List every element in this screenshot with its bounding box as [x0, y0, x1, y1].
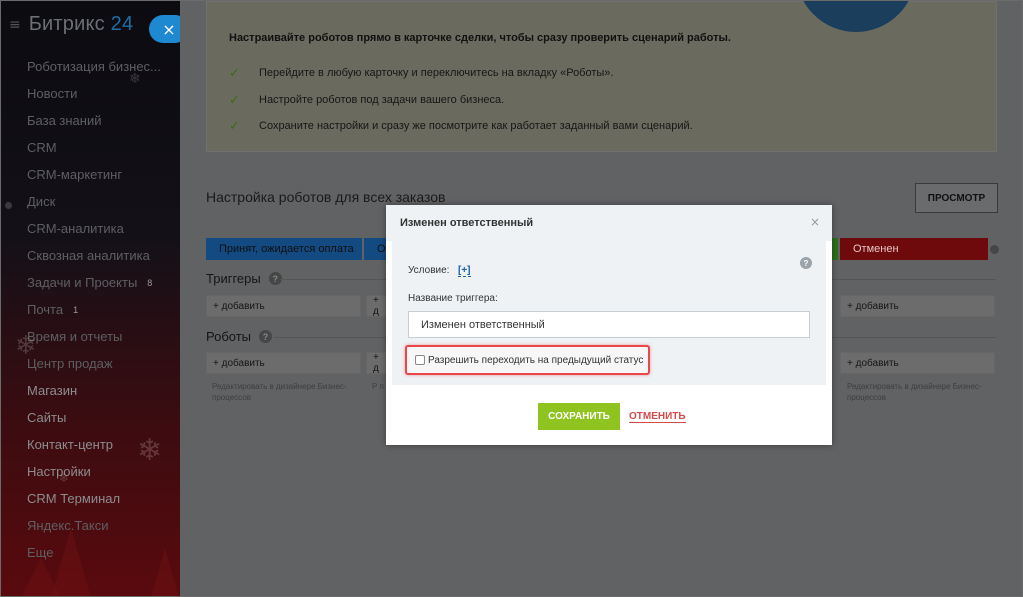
dialog-body: Условие: [+] ? Название триггера: Разреш…: [392, 241, 826, 385]
sidebar-item[interactable]: Роботизация бизнес...: [27, 53, 161, 80]
sidebar-item-label: Роботизация бизнес...: [27, 58, 161, 74]
allow-back-checkbox[interactable]: [415, 355, 425, 365]
info-panel: Настраивайте роботов прямо в карточке сд…: [206, 1, 997, 152]
sidebar-item-label: Диск: [27, 193, 56, 209]
collapse-dot-icon[interactable]: [5, 202, 12, 209]
sidebar-item[interactable]: Диск: [27, 188, 161, 215]
gear-icon: [796, 1, 916, 32]
sidebar-item[interactable]: Сквозная аналитика: [27, 242, 161, 269]
stage-column-cancelled[interactable]: Отменен: [840, 238, 988, 260]
robots-label: Роботы: [206, 329, 252, 344]
add-robot-button[interactable]: + добавить: [840, 352, 995, 374]
info-tip: ✓ Сохраните настройки и сразу же посмотри…: [229, 118, 693, 134]
tip-text: Перейдите в любую карточку и переключите…: [259, 67, 614, 79]
sidebar-item[interactable]: Сайты: [27, 404, 161, 431]
sidebar-item[interactable]: CRM Терминал: [27, 485, 161, 512]
sidebar-item-label: CRM Терминал: [27, 490, 121, 506]
sidebar-item-label: Задачи и Проекты: [27, 274, 138, 290]
close-icon: ×: [162, 19, 176, 39]
add-robot-button[interactable]: + д: [366, 352, 388, 374]
add-trigger-button[interactable]: + д: [366, 295, 388, 317]
snowflake-icon: ❄: [59, 471, 70, 485]
logo-number: 24: [110, 13, 134, 35]
dialog-title: Изменен ответственный: [400, 217, 534, 229]
add-stage-icon[interactable]: [990, 245, 999, 254]
check-icon: ✓: [229, 92, 240, 107]
sidebar-item[interactable]: База знаний: [27, 107, 161, 134]
dialog-close-icon[interactable]: ×: [810, 215, 820, 229]
add-robot-button[interactable]: + добавить: [206, 352, 361, 374]
sidebar-item[interactable]: Почта 1: [27, 296, 161, 323]
trigger-name-label: Название триггера:: [408, 293, 498, 304]
snowflake-icon: ❄: [137, 433, 163, 468]
cancel-link[interactable]: ОТМЕНИТЬ: [629, 411, 686, 423]
triggers-label: Триггеры: [206, 271, 261, 286]
sidebar-item-label: Время и отчеты: [27, 328, 123, 344]
sidebar-item-label: Контакт-центр: [27, 436, 114, 452]
stage-column-accepted[interactable]: Принят, ожидается оплата: [206, 238, 362, 260]
stage-column-second[interactable]: О: [364, 238, 386, 260]
sidebar-item-counter: 1: [73, 304, 79, 315]
info-tip: ✓ Перейдите в любую карточку и переключит…: [229, 65, 613, 81]
trigger-name-input[interactable]: [408, 311, 810, 338]
sidebar-item-label: Почта: [27, 301, 64, 317]
logo-text: Битрикс: [28, 13, 105, 35]
app-window: ≡ Битрикс 24 Роботизация бизнес... Новост…: [0, 0, 1023, 597]
sidebar-item-label: CRM: [27, 139, 57, 155]
robots-section-title: Настройка роботов для всех заказов: [206, 189, 446, 205]
sidebar-item[interactable]: CRM: [27, 134, 161, 161]
info-tip: ✓ Настройте роботов под задачи вашего биз…: [229, 92, 504, 108]
designer-hint-link[interactable]: Редактировать в дизайнере Бизнес-процесс…: [847, 381, 997, 403]
tree-decoration-icon: [151, 548, 179, 596]
tip-text: Настройте роботов под задачи вашего бизн…: [259, 94, 505, 106]
sidebar-item[interactable]: Задачи и Проекты 8: [27, 269, 161, 296]
sidebar-item-label: CRM-маркетинг: [27, 166, 123, 182]
help-icon[interactable]: ?: [259, 330, 273, 343]
info-heading: Настраивайте роботов прямо в карточке сд…: [229, 32, 731, 44]
add-trigger-button[interactable]: + добавить: [206, 295, 361, 317]
snowflake-icon: ❄: [15, 331, 37, 361]
sidebar-item-label: Сайты: [27, 409, 67, 425]
sidebar-item-label: CRM-аналитика: [27, 220, 124, 236]
trigger-edit-dialog: Изменен ответственный × Условие: [+] ? Н…: [386, 205, 832, 445]
add-trigger-button[interactable]: + добавить: [840, 295, 995, 317]
sidebar-item[interactable]: Новости: [27, 80, 161, 107]
sidebar-item[interactable]: Центр продаж: [27, 350, 161, 377]
add-condition-link[interactable]: [+]: [458, 265, 471, 277]
check-icon: ✓: [229, 118, 240, 133]
check-icon: ✓: [229, 65, 240, 80]
sidebar-item[interactable]: CRM-маркетинг: [27, 161, 161, 188]
sidebar-menu: Роботизация бизнес... Новости База знаний C…: [27, 53, 161, 566]
help-icon[interactable]: ?: [800, 257, 812, 269]
sidebar-item[interactable]: Время и отчеты: [27, 323, 161, 350]
sidebar-item-label: Центр продаж: [27, 355, 113, 371]
sidebar-item-label: Сквозная аналитика: [27, 247, 150, 263]
tree-decoration-icon: [21, 558, 61, 596]
allow-back-checkbox-label[interactable]: Разрешить переходить на предыдущий стату…: [428, 355, 643, 366]
condition-label: Условие:: [408, 265, 450, 276]
snowflake-icon: ❄: [129, 71, 141, 87]
sidebar-item[interactable]: CRM-аналитика: [27, 215, 161, 242]
view-button[interactable]: ПРОСМОТР: [915, 183, 998, 213]
sidebar-item-counter: 8: [147, 277, 153, 288]
bitrix-logo[interactable]: Битрикс 24: [29, 13, 134, 36]
sidebar-item[interactable]: Яндекс.Такси: [27, 512, 161, 539]
save-button[interactable]: СОХРАНИТЬ: [538, 403, 620, 430]
designer-hint-link[interactable]: Редактировать в дизайнере Бизнес-процесс…: [212, 381, 362, 403]
tip-text: Сохраните настройки и сразу же посмотрит…: [259, 120, 693, 132]
sidebar-item-label: Магазин: [27, 382, 78, 398]
robots-title: Роботы?: [206, 329, 273, 344]
allow-back-checkbox-row[interactable]: Разрешить переходить на предыдущий стату…: [405, 345, 650, 375]
sidebar-item-label: База знаний: [27, 112, 102, 128]
menu-burger-icon[interactable]: ≡: [9, 17, 21, 33]
sidebar-item-label: Новости: [27, 85, 78, 101]
triggers-title: Триггеры?: [206, 271, 282, 286]
sidebar-item[interactable]: Магазин: [27, 377, 161, 404]
logo-row: ≡ Битрикс 24: [9, 13, 133, 36]
left-sidebar: ≡ Битрикс 24 Роботизация бизнес... Новост…: [1, 1, 180, 596]
